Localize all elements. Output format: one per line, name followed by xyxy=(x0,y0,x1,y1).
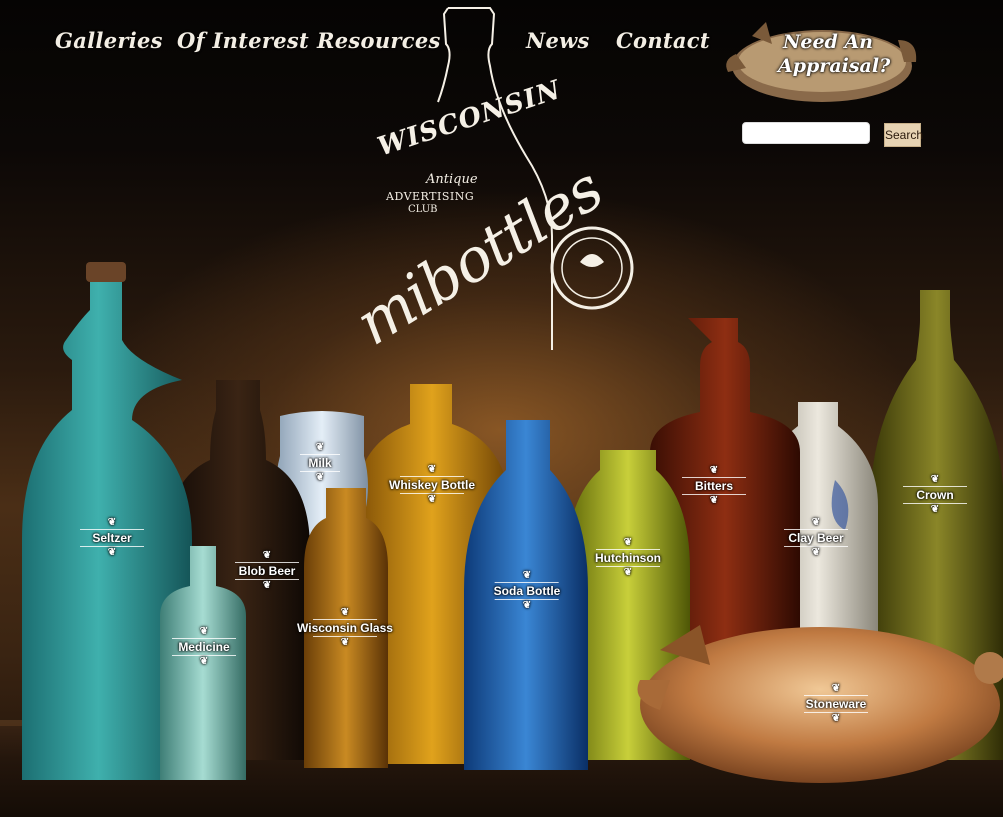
link-label: Whiskey Bottle xyxy=(388,478,476,492)
ornament-icon: ❦ xyxy=(340,607,350,618)
ornament-icon: ❦ xyxy=(709,495,719,506)
link-stoneware[interactable]: ❦ Stoneware ❦ xyxy=(804,684,868,724)
link-label: Clay Beer xyxy=(788,531,844,545)
appraisal-line2: Appraisal? xyxy=(778,55,891,77)
appraisal-line1: Need An xyxy=(783,31,873,53)
ornament-icon: ❦ xyxy=(709,465,719,476)
logo-antique: Antique xyxy=(426,172,478,187)
ornament-icon: ❦ xyxy=(522,570,532,581)
link-label: Stoneware xyxy=(805,697,867,711)
ornament-icon: ❦ xyxy=(199,656,209,667)
link-wisconsin-glass[interactable]: ❦ Wisconsin Glass ❦ xyxy=(297,608,393,648)
ornament-icon: ❦ xyxy=(107,547,117,558)
ornament-icon: ❦ xyxy=(199,626,209,637)
link-hutchinson[interactable]: ❦ Hutchinson ❦ xyxy=(595,538,661,578)
link-milk[interactable]: ❦ Milk ❦ xyxy=(300,443,340,483)
ornament-icon: ❦ xyxy=(315,442,325,453)
link-soda-bottle[interactable]: ❦ Soda Bottle ❦ xyxy=(494,571,561,611)
appraisal-button[interactable]: Need An Appraisal? xyxy=(722,14,922,104)
link-label: Hutchinson xyxy=(595,551,661,565)
link-bitters[interactable]: ❦ Bitters ❦ xyxy=(682,466,746,506)
link-crown[interactable]: ❦ Crown ❦ xyxy=(903,475,967,515)
ornament-icon: ❦ xyxy=(811,547,821,558)
ornament-icon: ❦ xyxy=(623,567,633,578)
link-label: Bitters xyxy=(694,479,733,493)
ornament-icon: ❦ xyxy=(930,474,940,485)
ornament-icon: ❦ xyxy=(831,713,841,724)
seltzer-cap xyxy=(86,262,126,282)
nav-galleries[interactable]: Galleries xyxy=(55,28,163,53)
link-blob-beer[interactable]: ❦ Blob Beer ❦ xyxy=(235,551,299,591)
link-clay-beer[interactable]: ❦ Clay Beer ❦ xyxy=(784,518,848,558)
link-label: Crown xyxy=(916,488,954,502)
logo-advertising: Advertising xyxy=(386,190,475,203)
search-button[interactable]: Search xyxy=(884,123,923,147)
link-whiskey-bottle[interactable]: ❦ Whiskey Bottle ❦ xyxy=(389,465,475,505)
ornament-icon: ❦ xyxy=(315,472,325,483)
ornament-icon: ❦ xyxy=(427,494,437,505)
search-input[interactable] xyxy=(742,122,870,144)
link-label: Seltzer xyxy=(92,531,132,545)
background-scene: Galleries Of Interest Resources News Con… xyxy=(0,0,1003,817)
ornament-icon: ❦ xyxy=(427,464,437,475)
link-seltzer[interactable]: ❦ Seltzer ❦ xyxy=(80,518,144,558)
site-logo[interactable]: Wisconsin Antique Advertising Club mibot… xyxy=(330,0,670,359)
ornament-icon: ❦ xyxy=(522,600,532,611)
ornament-icon: ❦ xyxy=(831,683,841,694)
ornament-icon: ❦ xyxy=(623,537,633,548)
ornament-icon: ❦ xyxy=(930,504,940,515)
link-medicine[interactable]: ❦ Medicine ❦ xyxy=(172,627,236,667)
nav-of-interest[interactable]: Of Interest xyxy=(177,28,309,53)
link-label: Medicine xyxy=(178,640,230,654)
ornament-icon: ❦ xyxy=(811,517,821,528)
link-label: Blob Beer xyxy=(238,564,296,578)
logo-club: Club xyxy=(408,204,438,215)
ornament-icon: ❦ xyxy=(262,550,272,561)
ornament-icon: ❦ xyxy=(262,580,272,591)
link-label: Wisconsin Glass xyxy=(297,621,393,635)
ornament-icon: ❦ xyxy=(107,517,117,528)
link-label: Milk xyxy=(308,456,332,470)
ornament-icon: ❦ xyxy=(340,637,350,648)
link-label: Soda Bottle xyxy=(493,584,561,598)
